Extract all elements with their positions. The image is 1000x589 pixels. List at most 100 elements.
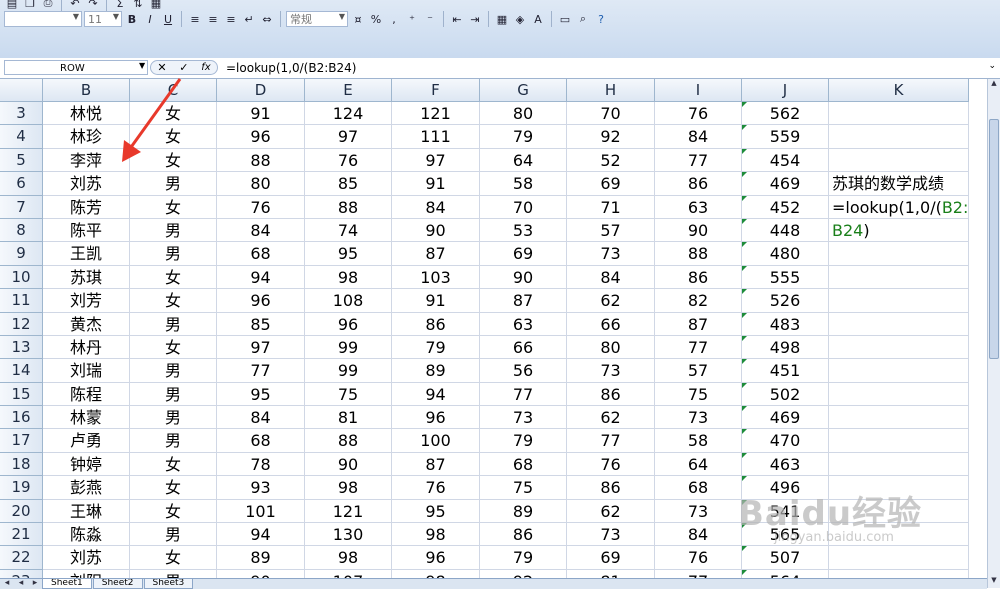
cell-c[interactable]: 女	[130, 476, 217, 500]
cell-g[interactable]: 89	[480, 499, 567, 524]
cell-d[interactable]: 91	[217, 102, 305, 126]
cell-d[interactable]: 89	[217, 546, 305, 570]
cell-j[interactable]: 507	[742, 546, 829, 570]
cell-c[interactable]: 女	[130, 195, 217, 219]
cell-b[interactable]: 彭燕	[43, 476, 130, 500]
align-left-icon[interactable]: ≡	[187, 11, 203, 27]
cell-f[interactable]: 87	[392, 242, 480, 266]
cell-b[interactable]: 陈平	[43, 218, 130, 243]
cell-f[interactable]: 111	[392, 125, 480, 149]
cell-d[interactable]: 84	[217, 218, 305, 243]
cell-d[interactable]: 93	[217, 476, 305, 500]
increase-decimal-icon[interactable]: ⁺	[404, 11, 420, 27]
cell-c[interactable]: 男	[130, 242, 217, 266]
row-header[interactable]: 9	[0, 242, 43, 266]
cell-j[interactable]: 470	[742, 429, 829, 453]
cell-e[interactable]: 85	[305, 172, 392, 196]
cell-j[interactable]: 502	[742, 382, 829, 407]
cell-k[interactable]	[829, 406, 969, 430]
cell-j[interactable]: 452	[742, 195, 829, 219]
comma-icon[interactable]: ,	[386, 11, 402, 27]
cell-f[interactable]: 87	[392, 452, 480, 477]
row-header[interactable]: 8	[0, 218, 43, 243]
cell-e[interactable]: 76	[305, 148, 392, 173]
cell-k[interactable]	[829, 335, 969, 360]
cell-d[interactable]: 97	[217, 335, 305, 360]
cell-k[interactable]: B24)	[829, 218, 969, 243]
cell-g[interactable]: 77	[480, 382, 567, 407]
cell-i[interactable]: 68	[655, 476, 742, 500]
cell-e[interactable]: 88	[305, 195, 392, 219]
cell-d[interactable]: 96	[217, 125, 305, 149]
enter-check-icon[interactable]: ✓	[179, 61, 188, 74]
cell-c[interactable]: 女	[130, 289, 217, 313]
cell-f[interactable]: 94	[392, 382, 480, 407]
row-header[interactable]: 21	[0, 523, 43, 547]
cell-j[interactable]: 498	[742, 335, 829, 360]
cell-i[interactable]: 90	[655, 218, 742, 243]
cell-h[interactable]: 92	[567, 125, 655, 149]
cell-d[interactable]: 88	[217, 148, 305, 173]
column-header-d[interactable]: D	[217, 79, 305, 102]
cell-k[interactable]	[829, 242, 969, 266]
scroll-up-icon[interactable]: ▲	[988, 79, 1000, 91]
cell-g[interactable]: 86	[480, 523, 567, 547]
cell-f[interactable]: 121	[392, 102, 480, 126]
cell-e[interactable]: 98	[305, 476, 392, 500]
zoom-icon[interactable]: ⌕	[575, 11, 591, 27]
cell-k[interactable]: 苏琪的数学成绩	[829, 172, 969, 196]
cell-b[interactable]: 苏琪	[43, 265, 130, 290]
cell-b[interactable]: 陈淼	[43, 523, 130, 547]
cell-g[interactable]: 90	[480, 265, 567, 290]
cell-i[interactable]: 57	[655, 359, 742, 383]
cell-h[interactable]: 73	[567, 359, 655, 383]
row-header[interactable]: 5	[0, 148, 43, 173]
cell-b[interactable]: 林丹	[43, 335, 130, 360]
cell-h[interactable]: 73	[567, 523, 655, 547]
cell-h[interactable]: 73	[567, 242, 655, 266]
cell-i[interactable]: 76	[655, 102, 742, 126]
cell-d[interactable]: 85	[217, 312, 305, 336]
cell-f[interactable]: 96	[392, 406, 480, 430]
cell-k[interactable]	[829, 289, 969, 313]
cell-k[interactable]: =lookup(1,0/(B2:	[829, 195, 969, 219]
cell-i[interactable]: 77	[655, 148, 742, 173]
cell-i[interactable]: 73	[655, 406, 742, 430]
cell-i[interactable]: 86	[655, 265, 742, 290]
cell-e[interactable]: 96	[305, 312, 392, 336]
decrease-indent-icon[interactable]: ⇤	[449, 11, 465, 27]
cell-c[interactable]: 男	[130, 172, 217, 196]
cell-h[interactable]: 69	[567, 546, 655, 570]
currency-icon[interactable]: ¤	[350, 11, 366, 27]
next-sheet-icon[interactable]: ▸	[28, 579, 42, 588]
cell-j[interactable]: 483	[742, 312, 829, 336]
cell-k[interactable]	[829, 382, 969, 407]
cell-e[interactable]: 97	[305, 125, 392, 149]
cell-h[interactable]: 62	[567, 406, 655, 430]
cell-f[interactable]: 76	[392, 476, 480, 500]
cell-f[interactable]: 96	[392, 546, 480, 570]
cell-c[interactable]: 男	[130, 406, 217, 430]
cell-k[interactable]	[829, 265, 969, 290]
row-header[interactable]: 22	[0, 546, 43, 570]
cell-f[interactable]: 100	[392, 429, 480, 453]
expand-formula-bar-icon[interactable]: ⌄	[988, 61, 996, 71]
cell-e[interactable]: 74	[305, 218, 392, 243]
cell-h[interactable]: 76	[567, 452, 655, 477]
cell-i[interactable]: 82	[655, 289, 742, 313]
merge-icon[interactable]: ⇔	[259, 11, 275, 27]
help-icon[interactable]: ?	[593, 11, 609, 27]
cell-h[interactable]: 80	[567, 335, 655, 360]
cell-g[interactable]: 75	[480, 476, 567, 500]
cell-h[interactable]: 86	[567, 476, 655, 500]
cell-g[interactable]: 53	[480, 218, 567, 243]
row-header[interactable]: 12	[0, 312, 43, 336]
row-header[interactable]: 7	[0, 195, 43, 219]
font-name-select[interactable]: ▼	[4, 11, 82, 27]
font-color-icon[interactable]: A	[530, 11, 546, 27]
bold-button[interactable]: B	[124, 11, 140, 27]
vertical-scrollbar[interactable]: ▲ ▼	[987, 79, 1000, 588]
cell-f[interactable]: 97	[392, 148, 480, 173]
cell-b[interactable]: 陈芳	[43, 195, 130, 219]
first-sheet-icon[interactable]: ◂	[0, 579, 14, 588]
